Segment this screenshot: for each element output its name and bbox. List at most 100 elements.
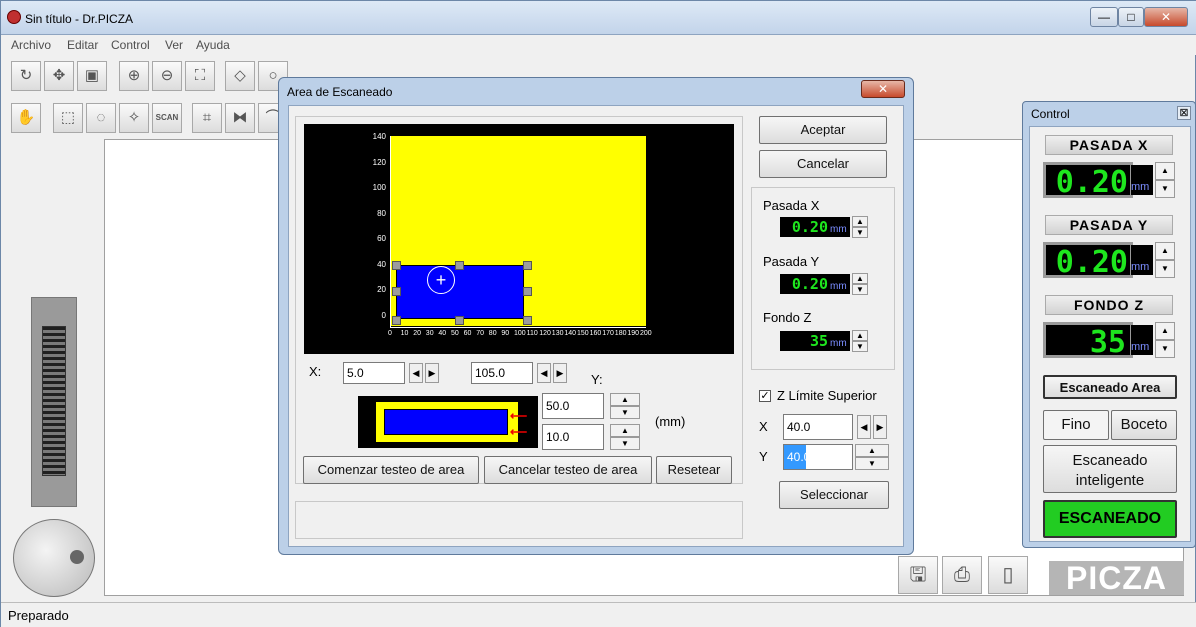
control-title: Control [1031,107,1070,121]
z-limit-checkbox[interactable]: ✓ [759,390,771,402]
accept-button[interactable]: Aceptar [759,116,887,144]
crosshair-icon[interactable]: + [427,266,455,294]
status-text: Preparado [8,608,69,623]
y-bottom-input[interactable] [542,424,604,450]
pasada-y-spin-down[interactable]: ▼ [852,284,868,295]
close-button[interactable]: ✕ [1144,7,1188,27]
scan-preview[interactable]: 140 120 100 80 60 40 20 0 0 10 20 30 40 50 60 70 80 90 10… [304,124,734,354]
x-start-spin-left[interactable]: ◀ [409,363,423,383]
z-y-spin-up[interactable]: ▲ [855,444,889,457]
magic-select-icon[interactable]: ✧ [119,103,149,133]
x-start-spin-right[interactable]: ▶ [425,363,439,383]
resize-handle-bl[interactable] [392,316,401,325]
menu-editar[interactable]: Editar [67,38,98,52]
dialog-close-button[interactable]: ✕ [861,80,905,98]
rotate-tool-icon[interactable]: ↻ [11,61,41,91]
pasada-y-lcd: 0.20 [780,274,830,294]
rect-select-icon[interactable]: ⬚ [53,103,83,133]
x-end-spin-left[interactable]: ◀ [537,363,551,383]
x-axis-line [390,327,646,328]
start-test-button[interactable]: Comenzar testeo de area [303,456,479,484]
hand-tool-icon[interactable]: ✋ [11,103,41,133]
control-close-button[interactable]: ⊠ [1177,106,1191,120]
x-tick-label: 90 [501,330,510,337]
menu-control[interactable]: Control [111,38,150,52]
resize-handle-bm[interactable] [455,316,464,325]
menu-ver[interactable]: Ver [165,38,183,52]
save-icon[interactable]: 🖫 [898,556,938,594]
x-start-input[interactable] [343,362,405,384]
x-tick-label: 30 [425,330,434,337]
resize-handle-br[interactable] [523,316,532,325]
pasada-x-spin-down[interactable]: ▼ [852,227,868,238]
printer-icon[interactable]: ⎙ [942,556,982,594]
control-fondo-z-spin-down[interactable]: ▼ [1155,340,1175,358]
scan-button[interactable]: ESCANEADO [1043,500,1177,538]
unit-label: (mm) [655,414,686,429]
z-limit-label[interactable]: Z Límite Superior [777,388,877,403]
z-y-input[interactable] [783,444,853,470]
exit-door-icon[interactable]: ▯ [988,556,1028,594]
fit-view-icon[interactable]: ⛶ [185,61,215,91]
control-pasada-x-spin-down[interactable]: ▼ [1155,180,1175,198]
x-tick-label: 190 [627,330,640,337]
control-panel: Control ⊠ PASADA X 0.20 mm ▲ ▼ PASADA Y … [1022,101,1196,548]
y-top-input[interactable] [542,393,604,419]
y-tick-label: 20 [377,285,386,294]
fondo-z-spin-down[interactable]: ▼ [852,341,868,352]
smart-scan-button[interactable]: Escaneado inteligente [1043,445,1177,493]
box-tool-icon[interactable]: ▣ [77,61,107,91]
control-fondo-z-spin-up[interactable]: ▲ [1155,322,1175,340]
resize-handle-tr[interactable] [523,261,532,270]
menu-ayuda[interactable]: Ayuda [196,38,230,52]
x-end-spin-right[interactable]: ▶ [553,363,567,383]
view-3d-icon[interactable]: ◇ [225,61,255,91]
cancel-button[interactable]: Cancelar [759,150,887,178]
zoom-out-icon[interactable]: ⊖ [152,61,182,91]
maximize-button[interactable]: □ [1118,7,1144,27]
crop-icon[interactable]: ⌗ [192,103,222,133]
x-tick-label: 150 [577,330,589,337]
rotation-dial[interactable] [13,519,95,597]
reset-button[interactable]: Resetear [656,456,732,484]
mirror-icon[interactable]: ⧓ [225,103,255,133]
scan-area-button[interactable]: Escaneado Area [1043,375,1177,399]
y-top-spin-down[interactable]: ▼ [610,406,640,419]
fondo-z-spin-up[interactable]: ▲ [852,330,868,341]
resize-handle-tm[interactable] [455,261,464,270]
z-y-spin-down[interactable]: ▼ [855,457,889,470]
minimize-button[interactable]: — [1090,7,1118,27]
control-pasada-y-spin-down[interactable]: ▼ [1155,260,1175,278]
menu-archivo[interactable]: Archivo [11,38,51,52]
control-pasada-y-spin-up[interactable]: ▲ [1155,242,1175,260]
x-tick-label: 10 [400,330,409,337]
x-end-input[interactable] [471,362,533,384]
resize-handle-mr[interactable] [523,287,532,296]
y-bottom-spin-up[interactable]: ▲ [610,424,640,437]
window-title: Sin título - Dr.PICZA [25,12,134,26]
scan-selection[interactable] [396,265,524,319]
select-button[interactable]: Seleccionar [779,481,889,509]
x-tick-label: 110 [526,330,538,337]
z-x-spin-right[interactable]: ▶ [873,415,887,439]
y-tick-label: 40 [377,259,386,269]
z-slider[interactable] [31,297,77,507]
move-tool-icon[interactable]: ✥ [44,61,74,91]
resize-handle-ml[interactable] [392,287,401,296]
scan-select-icon[interactable]: SCAN [152,103,182,133]
pasada-y-spin-up[interactable]: ▲ [852,273,868,284]
fino-button[interactable]: Fino [1043,410,1109,440]
cancel-test-button[interactable]: Cancelar testeo de area [484,456,652,484]
z-x-input[interactable] [783,414,853,440]
control-fondo-z-unit: mm [1131,325,1153,355]
y-top-spin-up[interactable]: ▲ [610,393,640,406]
pasada-x-spin-up[interactable]: ▲ [852,216,868,227]
zoom-in-icon[interactable]: ⊕ [119,61,149,91]
boceto-button[interactable]: Boceto [1111,410,1177,440]
x-label: X: [309,364,322,379]
resize-handle-tl[interactable] [392,261,401,270]
y-bottom-spin-down[interactable]: ▼ [610,437,640,450]
control-pasada-x-spin-up[interactable]: ▲ [1155,162,1175,180]
lasso-select-icon[interactable]: ◌ [86,103,116,133]
z-x-spin-left[interactable]: ◀ [857,415,871,439]
